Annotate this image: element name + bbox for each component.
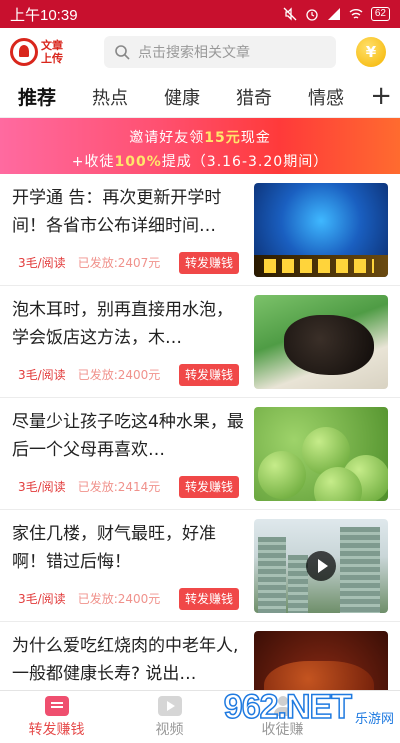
logo-text-line1: 文章 [41,39,63,52]
share-earn-icon [44,695,69,716]
article-thumbnail [254,519,388,613]
article-item[interactable]: 家住几楼，财气最旺，好准啊！错过后悔！ 3毛/阅读 已发放:2400元 转发赚钱 [0,510,400,622]
mute-icon [283,7,297,21]
tab-emotion[interactable]: 情感 [308,84,344,110]
tab-hot[interactable]: 热点 [92,84,128,110]
watermark-site: 乐游网 [354,712,394,727]
article-item[interactable]: 泡木耳时，别再直接用水泡，学会饭店这方法，木… 3毛/阅读 已发放:2400元 … [0,286,400,398]
article-item[interactable]: 尽量少让孩子吃这4种水果，最后一个父母再喜欢… 3毛/阅读 已发放:2414元 … [0,398,400,510]
article-thumbnail [254,295,388,389]
logo-icon [10,38,38,66]
article-paid-out: 已发放:2400元 [77,368,161,382]
article-price: 3毛/阅读 [18,480,66,494]
article-paid-out: 已发放:2400元 [77,592,161,606]
tab-recommend[interactable]: 推荐 [18,83,56,110]
status-bar: 上午10:39 62 [0,0,400,28]
video-icon [157,695,182,716]
tab-curious[interactable]: 猎奇 [236,84,272,110]
tab-health[interactable]: 健康 [164,84,200,110]
app-logo: 文章 上传 [10,38,90,66]
logo-text-line2: 上传 [41,52,63,65]
article-title: 尽量少让孩子吃这4种水果，最后一个父母再喜欢… [12,412,244,460]
nav-label: 转发赚钱 [28,721,85,738]
nav-label: 视频 [155,721,184,738]
article-paid-out: 已发放:2414元 [77,480,161,494]
status-icons: 62 [283,7,390,21]
article-title: 为什么爱吃红烧肉的中老年人,一般都健康长寿? 说出… [12,636,239,684]
article-thumbnail [254,183,388,277]
nav-video[interactable]: 视频 [113,691,226,743]
article-price: 3毛/阅读 [18,368,66,382]
share-earn-button[interactable]: 转发赚钱 [179,252,240,274]
search-placeholder: 点击搜索相关文章 [138,45,250,61]
promo-banner[interactable]: 邀请好友领15元现金 +收徒100%提成（3.16-3.20期间） [0,118,400,174]
share-earn-button[interactable]: 转发赚钱 [179,364,240,386]
share-earn-button[interactable]: 转发赚钱 [179,588,240,610]
article-price: 3毛/阅读 [18,256,66,270]
article-title: 开学通 告：再次更新开学时间！各省市公布详细时间… [12,188,222,236]
gold-coin-icon[interactable]: ¥ [356,37,386,67]
app-header: 文章 上传 点击搜索相关文章 ¥ [0,28,400,76]
article-thumbnail [254,407,388,501]
play-video-icon[interactable] [306,551,336,581]
article-paid-out: 已发放:2407元 [77,256,161,270]
article-feed: 开学通 告：再次更新开学时间！各省市公布详细时间… 3毛/阅读 已发放:2407… [0,174,400,734]
signal-icon [327,8,340,20]
status-time: 上午10:39 [10,6,78,24]
share-earn-button[interactable]: 转发赚钱 [179,476,240,498]
article-item[interactable]: 开学通 告：再次更新开学时间！各省市公布详细时间… 3毛/阅读 已发放:2407… [0,174,400,286]
search-icon [115,45,130,60]
category-tabs: 推荐 热点 健康 猎奇 情感 + [0,76,400,118]
nav-share-earn[interactable]: 转发赚钱 [0,691,113,743]
search-bar[interactable]: 点击搜索相关文章 [104,36,336,68]
article-title: 泡木耳时，别再直接用水泡，学会饭店这方法，木… [12,300,233,348]
watermark-number: 962.NET [223,687,353,727]
site-watermark: 962.NET 乐游网 [223,687,394,727]
wifi-icon [349,9,363,19]
battery-indicator: 62 [370,7,390,21]
alarm-icon [306,9,318,21]
add-tab-icon[interactable]: + [370,82,392,110]
article-price: 3毛/阅读 [18,592,66,606]
article-title: 家住几楼，财气最旺，好准啊！错过后悔！ [12,524,216,572]
